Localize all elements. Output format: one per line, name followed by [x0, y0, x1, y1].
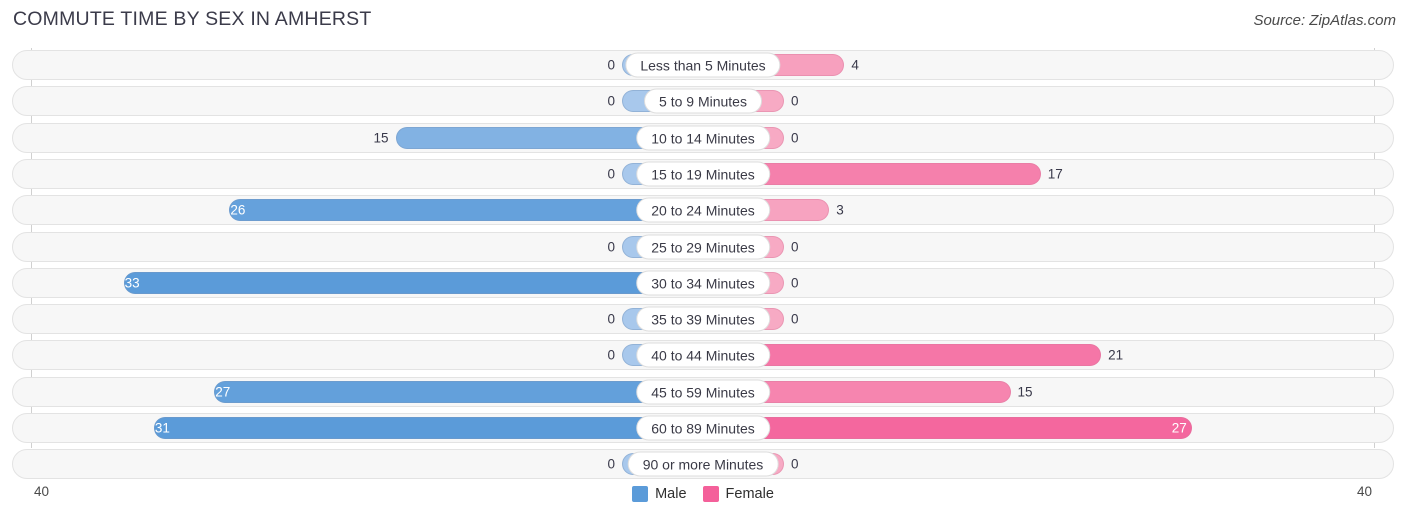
- chart-row: 0 0 5 to 9 Minutes: [12, 86, 1394, 117]
- bar-value-female: 0: [791, 130, 799, 146]
- source-attribution: Source: ZipAtlas.com: [1253, 12, 1396, 29]
- bar-value-female: 15: [1017, 384, 1033, 400]
- bar-value-male: 0: [607, 456, 615, 472]
- bar-value-female: 4: [851, 57, 859, 73]
- category-label-pill: 25 to 29 Minutes: [636, 234, 770, 259]
- bar-value-female: 27: [1171, 420, 1187, 436]
- chart-row: 0 4 Less than 5 Minutes: [12, 50, 1394, 80]
- legend-item[interactable]: Male: [632, 486, 687, 502]
- category-label-pill: 45 to 59 Minutes: [636, 379, 770, 405]
- bar-value-male: 0: [607, 347, 615, 363]
- chart-legend: Male Female: [0, 486, 1406, 502]
- bar-male: [153, 417, 690, 439]
- legend-swatch-icon: [702, 486, 719, 502]
- category-label-pill: 35 to 39 Minutes: [636, 306, 770, 332]
- bar-value-female: 0: [791, 93, 799, 109]
- legend-swatch-icon: [632, 486, 649, 502]
- bar-value-female: 0: [791, 275, 799, 291]
- chart-row: 0 0 25 to 29 Minutes: [12, 231, 1394, 262]
- bar-value-male: 0: [607, 239, 615, 254]
- legend-item[interactable]: Female: [702, 486, 774, 502]
- category-label-pill: Less than 5 Minutes: [625, 52, 781, 78]
- bar-value-female: 0: [791, 456, 799, 472]
- chart-row: 0 17 15 to 19 Minutes: [12, 158, 1394, 189]
- bar-value-male: 0: [607, 166, 615, 182]
- chart-row: 0 0 35 to 39 Minutes: [12, 304, 1394, 335]
- bar-value-female: 3: [836, 202, 844, 218]
- chart-row: 0 0 90 or more Minutes: [12, 449, 1394, 480]
- bar-value-female: 0: [791, 311, 799, 327]
- category-label-pill: 90 or more Minutes: [627, 451, 779, 477]
- page-title: COMMUTE TIME BY SEX IN AMHERST: [13, 8, 372, 30]
- category-label-pill: 30 to 34 Minutes: [636, 270, 770, 296]
- chart-row: 27 15 45 to 59 Minutes: [12, 376, 1394, 407]
- chart-root: COMMUTE TIME BY SEX IN AMHERST Source: Z…: [0, 0, 1406, 522]
- chart-row: 15 0 10 to 14 Minutes: [12, 122, 1394, 153]
- bar-value-male: 26: [230, 202, 246, 218]
- bar-value-female: 21: [1108, 347, 1124, 363]
- chart-row: 31 27 60 to 89 Minutes: [12, 413, 1394, 443]
- bar-value-female: 17: [1047, 166, 1063, 182]
- bar-male: [214, 380, 690, 403]
- chart-row: 0 21 40 to 44 Minutes: [12, 340, 1394, 371]
- bar-value-male: 15: [373, 130, 389, 146]
- bar-value-female: 0: [791, 239, 799, 254]
- legend-label: Male: [655, 486, 687, 502]
- bar-male: [229, 199, 690, 222]
- chart-row: 33 0 30 to 34 Minutes: [12, 267, 1394, 298]
- category-label-pill: 10 to 14 Minutes: [636, 125, 770, 151]
- bar-value-male: 0: [607, 57, 615, 73]
- bar-value-male: 27: [215, 384, 231, 400]
- category-label-pill: 60 to 89 Minutes: [636, 415, 770, 441]
- chart-row: 26 3 20 to 24 Minutes: [12, 195, 1394, 226]
- bar-value-male: 0: [607, 311, 615, 327]
- bar-female: [716, 344, 1102, 367]
- category-label-pill: 5 to 9 Minutes: [644, 88, 762, 114]
- category-label-pill: 20 to 24 Minutes: [636, 197, 770, 223]
- chart-plot-area: 0 4 Less than 5 Minutes 0 0 5 to 9 Minutes 15 0…: [0, 48, 1406, 482]
- bar-male: [123, 271, 690, 294]
- legend-label: Female: [725, 486, 774, 502]
- category-label-pill: 15 to 19 Minutes: [636, 161, 770, 187]
- bar-value-male: 33: [124, 275, 140, 291]
- bar-value-male: 0: [607, 93, 615, 109]
- bar-value-male: 31: [154, 420, 170, 436]
- category-label-pill: 40 to 44 Minutes: [636, 342, 770, 368]
- bar-female: [716, 417, 1192, 439]
